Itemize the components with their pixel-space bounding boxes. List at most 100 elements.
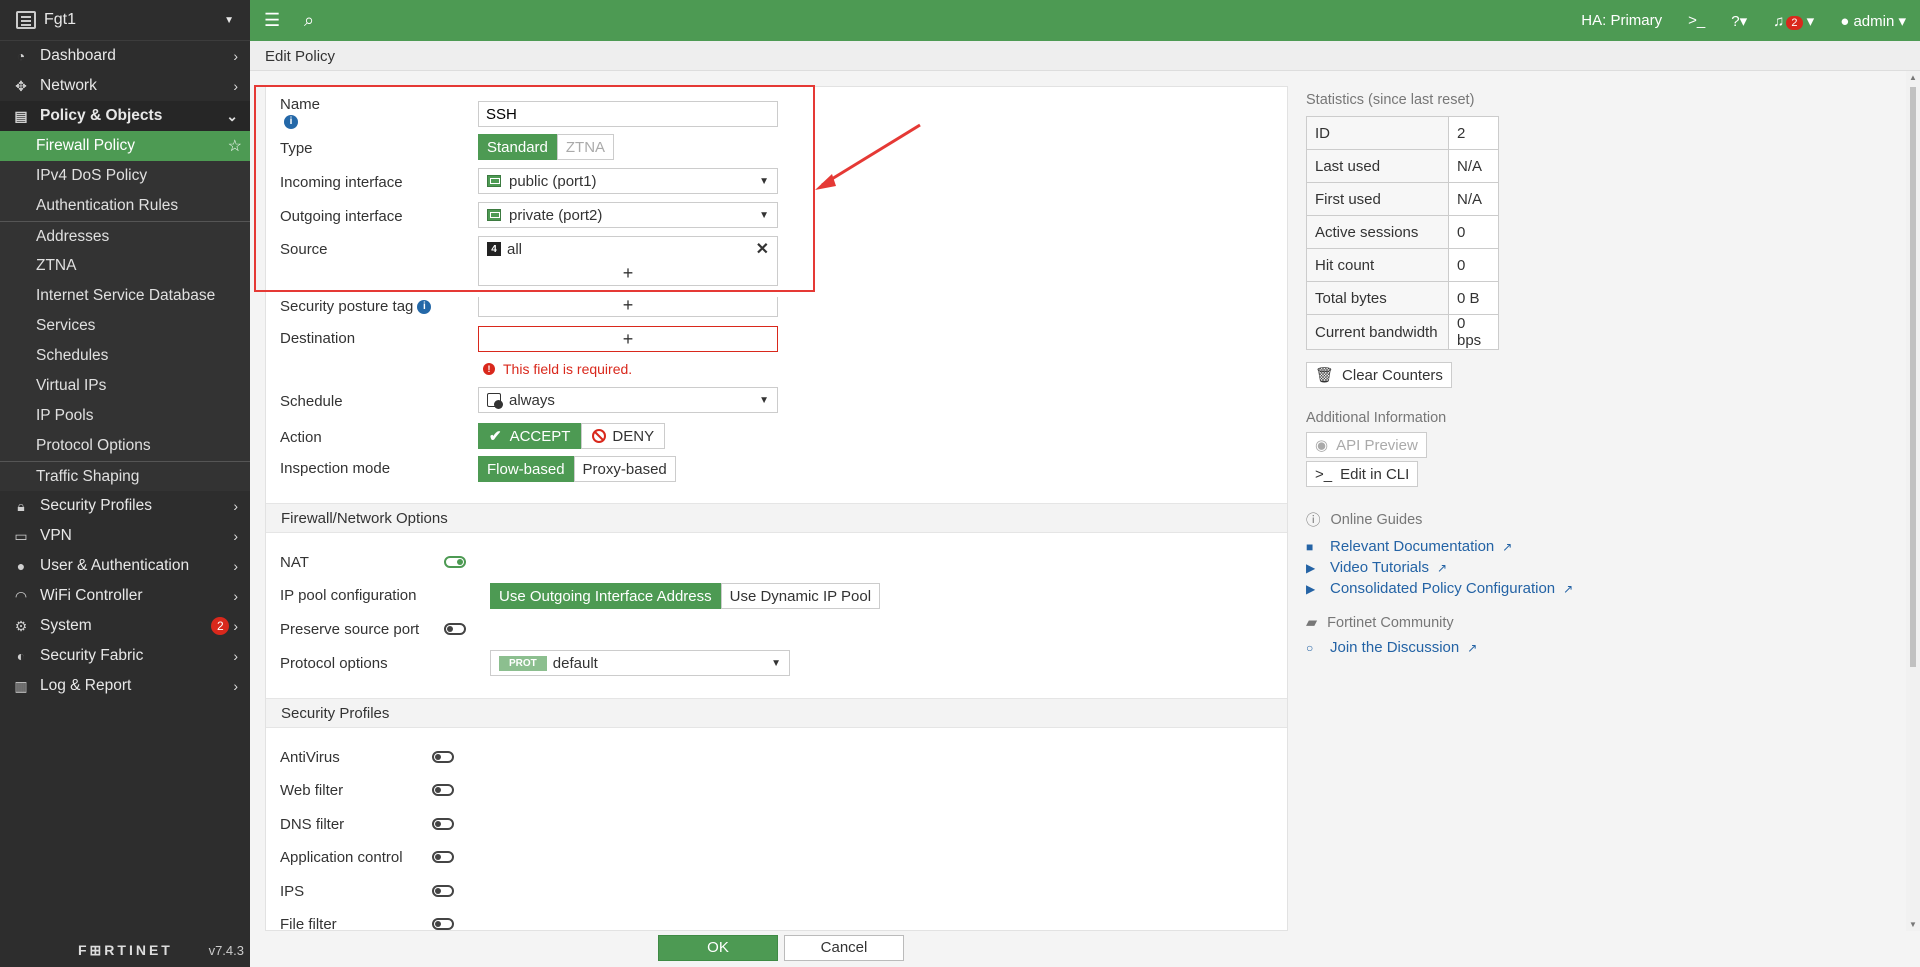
- sidebar-item-vpn[interactable]: ▭ VPN ›: [0, 521, 250, 551]
- online-guides-title: ⓘ Online Guides: [1306, 509, 1906, 530]
- sidebar-item-schedules[interactable]: Schedules: [0, 341, 250, 371]
- ok-button[interactable]: OK: [658, 935, 778, 961]
- search-icon[interactable]: ⌕: [304, 10, 324, 31]
- destination-error: ! This field is required.: [483, 361, 632, 377]
- book-icon: ■: [1306, 539, 1314, 554]
- table-row: Hit count 0: [1306, 248, 1499, 282]
- nat-toggle[interactable]: [444, 556, 466, 568]
- chevron-right-icon: ›: [233, 588, 238, 604]
- sidebar-item-network[interactable]: ✥ Network ›: [0, 71, 250, 101]
- sidebar-item-auth-rules[interactable]: Authentication Rules: [0, 191, 250, 221]
- terminal-icon: >_: [1315, 465, 1333, 483]
- api-preview-button[interactable]: ◉ API Preview: [1306, 432, 1427, 458]
- info-panel: Statistics (since last reset) ID 2 Last u…: [1306, 86, 1906, 931]
- sidebar-item-services[interactable]: Services: [0, 311, 250, 341]
- question-icon: ⓘ: [1306, 513, 1321, 529]
- consolidated-policy-link[interactable]: ▶ Consolidated Policy Configuration ↗: [1306, 578, 1906, 599]
- posture-field[interactable]: +: [478, 296, 778, 317]
- sidebar-item-ip-pools[interactable]: IP Pools: [0, 401, 250, 431]
- preserve-label: Preserve source port: [280, 621, 420, 638]
- join-discussion-link[interactable]: ○ Join the Discussion ↗: [1306, 637, 1906, 658]
- schedule-label: Schedule: [280, 393, 343, 410]
- protocol-options-select[interactable]: PROT default ▼: [490, 650, 790, 676]
- device-selector[interactable]: Fgt1 ▼: [0, 0, 250, 41]
- filefilter-toggle[interactable]: [432, 918, 454, 930]
- dnsfilter-toggle[interactable]: [432, 818, 454, 830]
- cancel-button[interactable]: Cancel: [784, 935, 904, 961]
- clear-counters-button[interactable]: 🗑︎ Clear Counters: [1306, 362, 1452, 388]
- caret-down-icon: ▼: [759, 394, 769, 406]
- ips-label: IPS: [280, 883, 305, 900]
- page-title: Edit Policy: [250, 41, 1920, 71]
- antivirus-toggle[interactable]: [432, 751, 454, 763]
- trash-icon: 🗑︎: [1315, 367, 1335, 384]
- sidebar-item-security-profiles[interactable]: 🔒︎ Security Profiles ›: [0, 491, 250, 521]
- sidebar-item-addresses[interactable]: Addresses: [0, 221, 250, 251]
- chevron-right-icon: ›: [233, 48, 238, 64]
- external-link-icon: ↗: [1467, 640, 1478, 655]
- sidebar-item-security-fabric[interactable]: ◐ Security Fabric ›: [0, 641, 250, 671]
- chevron-right-icon: ›: [233, 648, 238, 664]
- dnsfilter-label: DNS filter: [280, 816, 345, 833]
- flow-based-button[interactable]: Flow-based: [478, 456, 574, 482]
- sidebar-item-dashboard[interactable]: ◔ Dashboard ›: [0, 41, 250, 71]
- proxy-based-button[interactable]: Proxy-based: [573, 456, 676, 482]
- appcontrol-toggle[interactable]: [432, 851, 454, 863]
- policy-icon: ▤: [14, 107, 28, 124]
- annotation-arrow: [815, 123, 921, 190]
- video-icon: ▶: [1306, 560, 1316, 575]
- chevron-right-icon: ›: [233, 678, 238, 694]
- user-icon: ●: [16, 558, 26, 574]
- highlight-box: [254, 85, 815, 292]
- notifications-button[interactable]: ♫︎ 2 ▾: [1773, 12, 1814, 30]
- edit-in-cli-button[interactable]: >_ Edit in CLI: [1306, 461, 1419, 487]
- page-scrollbar[interactable]: ▲ ▼: [1906, 71, 1920, 931]
- scroll-thumb[interactable]: [1910, 87, 1916, 667]
- star-icon[interactable]: ☆: [228, 136, 242, 156]
- sidebar-item-ztna[interactable]: ZTNA: [0, 251, 250, 281]
- accept-button[interactable]: ✔ ACCEPT: [478, 423, 582, 449]
- scroll-up-icon[interactable]: ▲: [1909, 73, 1917, 82]
- menu-icon[interactable]: ☰: [264, 10, 284, 31]
- ips-toggle[interactable]: [432, 885, 454, 897]
- sidebar-item-traffic-shaping[interactable]: Traffic Shaping: [0, 461, 250, 491]
- sidebar-item-wifi[interactable]: ◠ WiFi Controller ›: [0, 581, 250, 611]
- use-dynamic-pool-button[interactable]: Use Dynamic IP Pool: [720, 583, 881, 609]
- sidebar-item-ipv4-dos[interactable]: IPv4 DoS Policy: [0, 161, 250, 191]
- sidebar-item-policy-objects[interactable]: ▤ Policy & Objects ⌄: [0, 101, 250, 131]
- help-icon[interactable]: ?▾: [1731, 12, 1747, 30]
- sidebar-item-firewall-policy[interactable]: Firewall Policy ☆: [0, 131, 250, 161]
- cli-console-icon[interactable]: >_: [1688, 12, 1705, 29]
- preserve-port-toggle[interactable]: [444, 623, 466, 635]
- webfilter-toggle[interactable]: [432, 784, 454, 796]
- sidebar-item-isdb[interactable]: Internet Service Database: [0, 281, 250, 311]
- deny-button[interactable]: DENY: [581, 423, 666, 449]
- statistics-title: Statistics (since last reset): [1306, 92, 1475, 108]
- sidebar-item-user-auth[interactable]: ● User & Authentication ›: [0, 551, 250, 581]
- info-icon[interactable]: i: [417, 300, 432, 315]
- ippool-label: IP pool configuration: [280, 587, 417, 604]
- relevant-documentation-link[interactable]: ■ Relevant Documentation ↗: [1306, 536, 1906, 557]
- add-destination-button[interactable]: +: [479, 327, 777, 351]
- sidebar-item-protocol-options[interactable]: Protocol Options: [0, 431, 250, 461]
- protocol-label: Protocol options: [280, 655, 388, 672]
- sidebar-item-log-report[interactable]: ▥ Log & Report ›: [0, 671, 250, 701]
- scroll-down-icon[interactable]: ▼: [1909, 920, 1917, 929]
- destination-field[interactable]: +: [478, 326, 778, 352]
- webfilter-label: Web filter: [280, 782, 344, 799]
- additional-info-title: Additional Information: [1306, 410, 1447, 426]
- nat-label: NAT: [280, 554, 309, 571]
- security-profiles-header: Security Profiles: [266, 698, 1287, 728]
- sidebar-item-virtual-ips[interactable]: Virtual IPs: [0, 371, 250, 401]
- add-posture-button[interactable]: +: [479, 296, 777, 315]
- use-outgoing-address-button[interactable]: Use Outgoing Interface Address: [490, 583, 721, 609]
- schedule-icon: [487, 393, 503, 409]
- user-menu[interactable]: ● admin ▾: [1840, 12, 1906, 30]
- external-link-icon: ↗: [1563, 581, 1574, 596]
- schedule-select[interactable]: always ▼: [478, 387, 778, 413]
- fabric-icon: ◐: [16, 648, 26, 664]
- video-tutorials-link[interactable]: ▶ Video Tutorials ↗: [1306, 557, 1906, 578]
- caret-down-icon: ▼: [224, 14, 234, 26]
- external-link-icon: ↗: [1502, 539, 1513, 554]
- sidebar-item-system[interactable]: ⚙ System 2 ›: [0, 611, 250, 641]
